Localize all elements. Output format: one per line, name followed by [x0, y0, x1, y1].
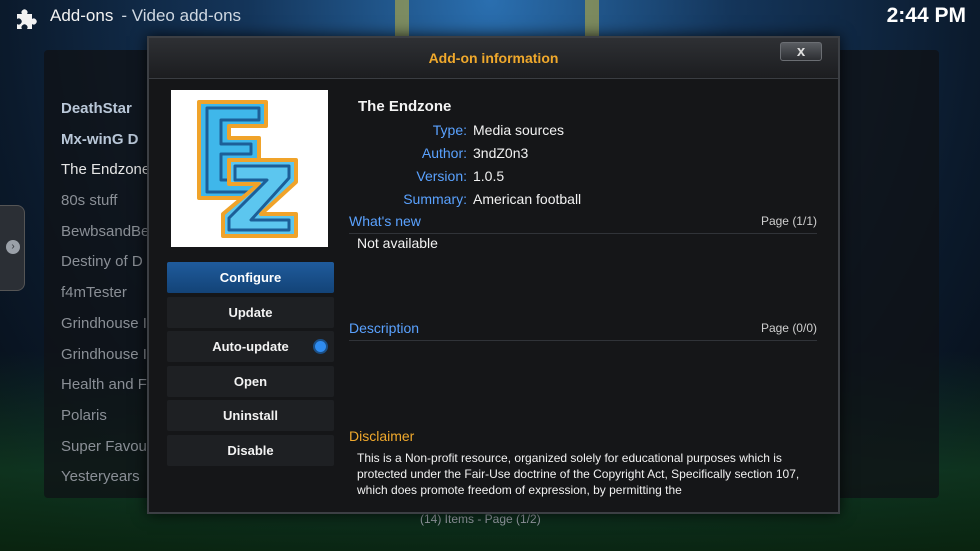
list-item[interactable]: Super Favou — [61, 432, 156, 463]
description-header: Description Page (0/0) — [349, 320, 817, 341]
configure-button[interactable]: Configure — [167, 262, 334, 293]
addon-name: The Endzone — [358, 98, 452, 115]
breadcrumb-subsection-label: Video add-ons — [131, 6, 242, 25]
top-bar: Add-ons - Video add-ons 2:44 PM — [0, 0, 980, 36]
whats-new-label: What's new — [349, 213, 421, 229]
type-value: Media sources — [473, 122, 565, 138]
version-value: 1.0.5 — [473, 168, 505, 184]
summary-label: Summary: — [403, 191, 467, 207]
disclaimer-text[interactable]: This is a Non-profit resource, organized… — [357, 450, 819, 498]
list-item[interactable]: The Endzone — [61, 155, 156, 186]
list-item[interactable]: Mx-winG D — [61, 125, 156, 156]
clock: 2:44 PM — [886, 4, 966, 27]
breadcrumb: Add-ons - Video add-ons — [50, 6, 241, 26]
whats-new-text: Not available — [357, 235, 438, 251]
dialog-header: Add-on information x — [149, 38, 838, 79]
list-item[interactable]: Grindhouse I — [61, 340, 156, 371]
list-item[interactable]: Destiny of D — [61, 247, 156, 278]
description-page: Page (0/0) — [760, 321, 817, 335]
addon-thumbnail — [171, 90, 328, 247]
description-label: Description — [349, 320, 420, 336]
type-label: Type: — [432, 122, 467, 138]
list-item[interactable]: Grindhouse I — [61, 309, 156, 340]
breadcrumb-subsection: - Video add-ons — [121, 6, 242, 25]
dialog-title: Add-on information — [428, 50, 559, 66]
update-button[interactable]: Update — [167, 296, 334, 328]
endzone-logo — [197, 100, 298, 238]
author-value: 3ndZ0n3 — [473, 145, 529, 161]
list-page-indicator: (14) Items - Page (1/2) — [420, 512, 541, 526]
list-item[interactable]: Polaris — [61, 401, 156, 432]
radio-on-icon — [315, 341, 326, 352]
open-button[interactable]: Open — [167, 365, 334, 397]
summary-row: Summary: American football — [349, 191, 819, 211]
list-item[interactable]: Yesteryears — [61, 462, 156, 493]
uninstall-button[interactable]: Uninstall — [167, 400, 334, 431]
side-menu-tab[interactable]: › — [0, 205, 25, 291]
version-row: Version: 1.0.5 — [349, 168, 819, 188]
disable-button[interactable]: Disable — [167, 434, 334, 466]
author-row: Author: 3ndZ0n3 — [349, 145, 819, 165]
summary-value: American football — [473, 191, 582, 207]
auto-update-label: Auto-update — [212, 339, 289, 354]
addon-actions: Configure Update Auto-update Open Uninst… — [167, 262, 334, 469]
whats-new-header: What's new Page (1/1) — [349, 213, 817, 234]
breadcrumb-section: Add-ons — [50, 6, 114, 25]
addons-puzzle-icon — [17, 9, 37, 29]
addon-list: DeathStar Mx-winG D The Endzone 80s stuf… — [61, 94, 156, 493]
list-item[interactable]: BewbsandBe — [61, 217, 156, 248]
disclaimer-label: Disclaimer — [349, 428, 415, 444]
list-item[interactable]: 80s stuff — [61, 186, 156, 217]
list-item[interactable]: f4mTester — [61, 278, 156, 309]
type-row: Type: Media sources — [349, 122, 819, 142]
whats-new-page: Page (1/1) — [760, 214, 817, 228]
list-item[interactable]: DeathStar — [61, 94, 156, 125]
addon-information-dialog: Add-on information x Configure Update Au… — [147, 36, 840, 514]
close-button[interactable]: x — [780, 42, 822, 61]
chevron-right-icon: › — [6, 240, 20, 254]
version-label: Version: — [416, 168, 467, 184]
author-label: Author: — [421, 145, 467, 161]
list-item[interactable]: Health and F — [61, 370, 156, 401]
auto-update-toggle[interactable]: Auto-update — [167, 331, 334, 362]
